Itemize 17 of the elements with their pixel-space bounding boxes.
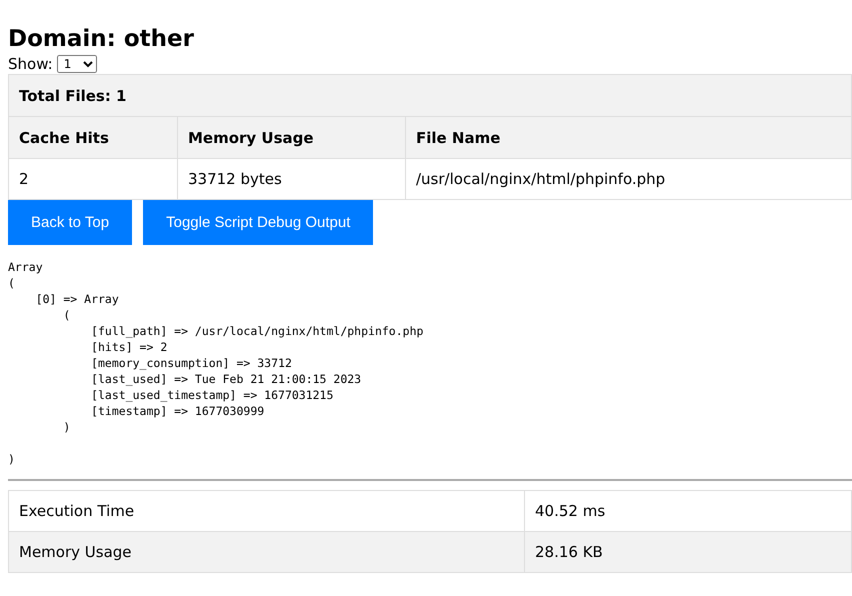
show-label: Show: <box>8 55 53 73</box>
table-cell: 2 <box>8 158 178 200</box>
stat-value: 28.16 KB <box>524 532 852 572</box>
stat-label: Execution Time <box>8 490 524 532</box>
page-title: Domain: other <box>8 25 195 53</box>
show-select[interactable]: 1 <box>56 55 97 73</box>
column-header: Memory Usage <box>178 116 406 158</box>
toggle-debug-button[interactable]: Toggle Script Debug Output <box>143 200 374 245</box>
stat-value: 40.52 ms <box>524 490 852 532</box>
debug-output: Array ( [0] => Array ( [full_path] => /usr/local/nginx/html/phpinfo.php [hits] => 2 [memory_consumption] => 33712 [last_used] => Tue Feb 21 21:00:15 2023 [last_used_timestamp] => 1677031215 [timestamp] => 1677030999 ) ) <box>8 259 424 467</box>
back-to-top-button[interactable]: Back to Top <box>8 200 132 245</box>
column-header: Cache Hits <box>8 116 178 158</box>
column-header: File Name <box>406 116 852 158</box>
table-cell: /usr/local/nginx/html/phpinfo.php <box>406 158 852 200</box>
total-files-header: Total Files: 1 <box>8 74 852 116</box>
table-cell: 33712 bytes <box>178 158 406 200</box>
stat-label: Memory Usage <box>8 532 524 572</box>
